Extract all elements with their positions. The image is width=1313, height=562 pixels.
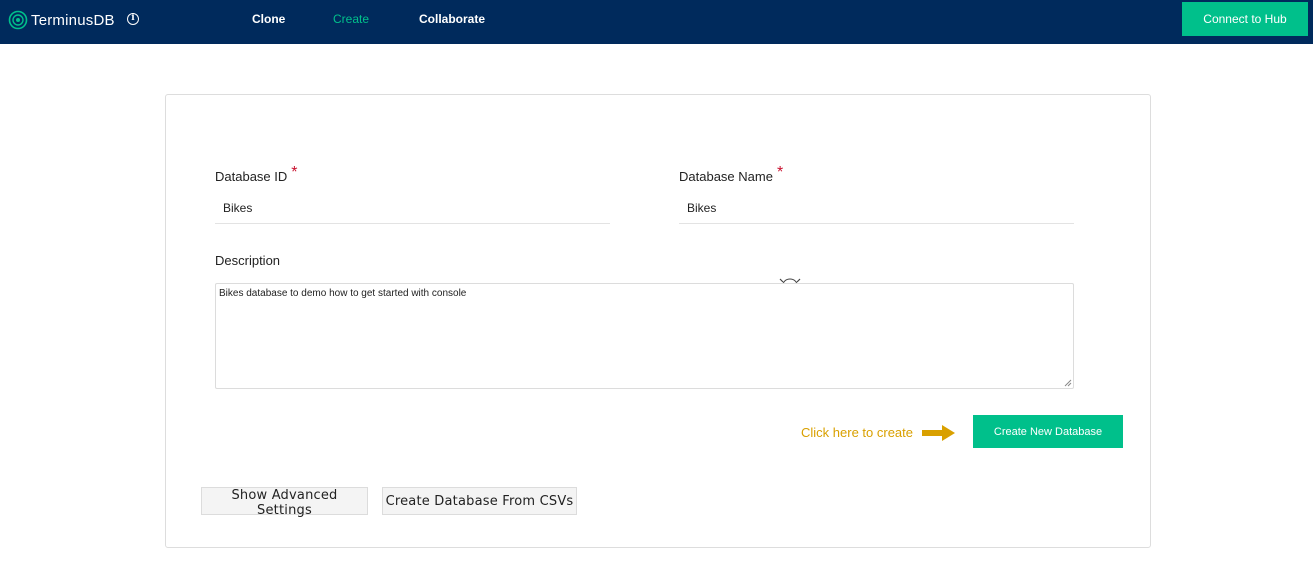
description-textarea[interactable]: Bikes database to demo how to get starte… (215, 283, 1074, 389)
nav-collaborate[interactable]: Collaborate (419, 12, 485, 26)
info-icon[interactable]: i (127, 13, 139, 25)
create-database-from-csvs-button[interactable]: Create Database From CSVs (382, 487, 577, 515)
required-marker: * (776, 164, 784, 181)
database-name-input[interactable] (679, 192, 1074, 224)
create-new-database-button[interactable]: Create New Database (973, 415, 1123, 448)
terminusdb-logo-icon (8, 10, 28, 30)
arrow-right-icon (922, 425, 955, 441)
show-advanced-settings-button[interactable]: Show Advanced Settings (201, 487, 368, 518)
brand-logo[interactable]: TerminusDB (8, 10, 115, 30)
brand-name: TerminusDB (31, 11, 115, 29)
nav-clone[interactable]: Clone (252, 12, 285, 26)
nav-create[interactable]: Create (333, 12, 369, 26)
create-database-card: Database ID* Database Name* Description … (165, 94, 1151, 548)
database-name-label-text: Database Name (679, 169, 773, 184)
database-name-label: Database Name * (679, 164, 783, 186)
top-navbar: TerminusDB i Clone Create Collaborate Co… (0, 0, 1313, 44)
create-hint-text: Click here to create (801, 425, 913, 440)
database-id-label: Database ID * (215, 164, 298, 186)
required-marker: * (291, 164, 298, 181)
resize-handle-icon[interactable] (1064, 379, 1072, 387)
description-label: Description (215, 253, 281, 268)
database-id-label-text: Database ID (215, 169, 288, 184)
database-id-input[interactable] (215, 192, 610, 224)
connect-to-hub-button[interactable]: Connect to Hub (1182, 2, 1308, 36)
